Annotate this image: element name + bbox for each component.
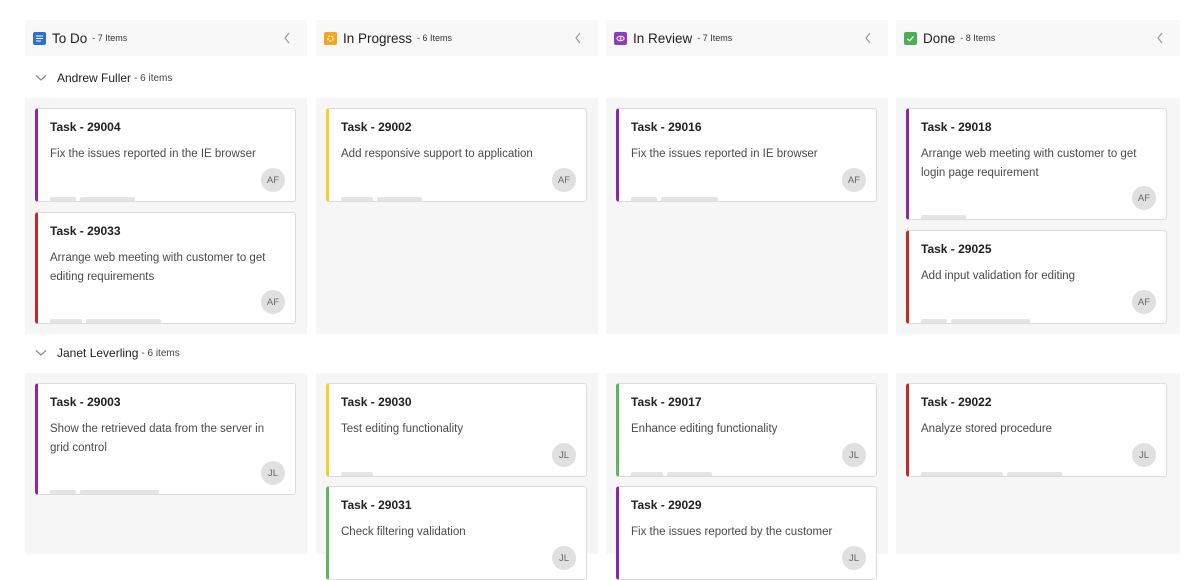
card-title: Task - 29022 [921, 395, 992, 409]
column-title: In Progress [343, 30, 413, 46]
card-description: Show the retrieved data from the server … [50, 423, 265, 454]
card-description: Enhance editing functionality [631, 423, 778, 435]
card-description: Add input validation for editing [921, 270, 1076, 282]
card-tags [50, 319, 161, 323]
avatar[interactable]: JL [552, 546, 576, 570]
avatar[interactable]: JL [261, 461, 285, 485]
chevron-down-icon[interactable] [35, 72, 47, 84]
task-card[interactable]: Task - 29029 Fix the issues reported by … [616, 486, 877, 580]
card-title: Task - 29018 [921, 120, 992, 134]
card-title: Task - 29002 [341, 120, 412, 134]
avatar[interactable]: AF [1132, 290, 1156, 314]
chevron-left-icon[interactable] [283, 31, 293, 45]
task-card[interactable]: Task - 29017 Enhance editing functionali… [616, 383, 877, 477]
card-description: Test editing functionality [341, 423, 464, 435]
swimlane-header-janet-leverling[interactable]: Janet Leverling - 6 items [35, 343, 180, 363]
card-title: Task - 29003 [50, 395, 121, 409]
card-description: Arrange web meeting with customer to get… [921, 148, 1137, 179]
avatar[interactable]: AF [261, 168, 285, 192]
kanban-header: To Do - 7 Items In Progress - 6 Items In… [25, 20, 1180, 56]
card-title: Task - 29029 [631, 498, 702, 512]
card-tags [921, 215, 966, 219]
card-title: Task - 29033 [50, 224, 121, 238]
task-card[interactable]: Task - 29002 Add responsive support to a… [326, 108, 587, 202]
card-title: Task - 29017 [631, 395, 702, 409]
card-description: Fix the issues reported by the customer [631, 526, 833, 538]
swimlane-header-andrew-fuller[interactable]: Andrew Fuller - 6 items [35, 68, 172, 88]
card-title: Task - 29025 [921, 242, 992, 256]
card-title: Task - 29004 [50, 120, 121, 134]
column-count: - 7 Items [92, 33, 128, 43]
column-header-in-progress: In Progress - 6 Items [316, 20, 598, 56]
task-card[interactable]: Task - 29004 Fix the issues reported in … [35, 108, 296, 202]
column-count: - 6 Items [417, 33, 453, 43]
avatar[interactable]: JL [842, 443, 866, 467]
card-tags [50, 490, 159, 494]
task-card[interactable]: Task - 29033 Arrange web meeting with cu… [35, 212, 296, 324]
task-card[interactable]: Task - 29003 Show the retrieved data fro… [35, 383, 296, 495]
card-tags [921, 319, 1030, 323]
swimlane-count: - 6 items [141, 347, 180, 359]
avatar[interactable]: JL [552, 443, 576, 467]
column-count: - 8 Items [960, 33, 996, 43]
list-icon [33, 31, 46, 45]
card-tags [341, 197, 422, 201]
avatar[interactable]: AF [1132, 186, 1156, 210]
card-title: Task - 29016 [631, 120, 702, 134]
swimlane-name: Janet Leverling [57, 346, 139, 360]
card-tags [631, 472, 712, 476]
column-title: In Review [633, 30, 693, 46]
column-header-in-review: In Review - 7 Items [606, 20, 888, 56]
card-description: Analyze stored procedure [921, 423, 1053, 435]
card-title: Task - 29030 [341, 395, 412, 409]
column-title: Done [923, 30, 956, 46]
task-card[interactable]: Task - 29016 Fix the issues reported in … [616, 108, 877, 202]
task-card[interactable]: Task - 29018 Arrange web meeting with cu… [906, 108, 1167, 220]
swimlane-count: - 6 items [134, 72, 173, 84]
task-card[interactable]: Task - 29022 Analyze stored procedure JL [906, 383, 1167, 477]
column-title: To Do [52, 30, 88, 46]
column-header-done: Done - 8 Items [896, 20, 1180, 56]
chevron-left-icon[interactable] [574, 31, 584, 45]
task-card[interactable]: Task - 29030 Test editing functionality … [326, 383, 587, 477]
progress-icon [324, 31, 337, 45]
chevron-left-icon[interactable] [1156, 31, 1166, 45]
avatar[interactable]: AF [842, 168, 866, 192]
task-card[interactable]: Task - 29031 Check filtering validation … [326, 486, 587, 580]
avatar[interactable]: JL [842, 546, 866, 570]
avatar[interactable]: JL [1132, 443, 1156, 467]
card-description: Add responsive support to application [341, 148, 533, 160]
avatar[interactable]: AF [552, 168, 576, 192]
card-description: Arrange web meeting with customer to get… [50, 252, 266, 283]
review-icon [614, 31, 627, 45]
swimlane-name: Andrew Fuller [57, 71, 132, 85]
check-icon [904, 31, 917, 45]
card-tags [921, 472, 1062, 476]
chevron-left-icon[interactable] [864, 31, 874, 45]
avatar[interactable]: AF [261, 290, 285, 314]
card-tags [341, 472, 373, 476]
card-description: Check filtering validation [341, 526, 466, 538]
card-title: Task - 29031 [341, 498, 412, 512]
card-description: Fix the issues reported in the IE browse… [50, 148, 256, 160]
task-card[interactable]: Task - 29025 Add input validation for ed… [906, 230, 1167, 324]
column-header-todo: To Do - 7 Items [25, 20, 307, 56]
column-count: - 7 Items [697, 33, 733, 43]
card-description: Fix the issues reported in IE browser [631, 148, 818, 160]
card-tags [50, 197, 135, 201]
card-tags [631, 197, 718, 201]
chevron-down-icon[interactable] [35, 347, 47, 359]
